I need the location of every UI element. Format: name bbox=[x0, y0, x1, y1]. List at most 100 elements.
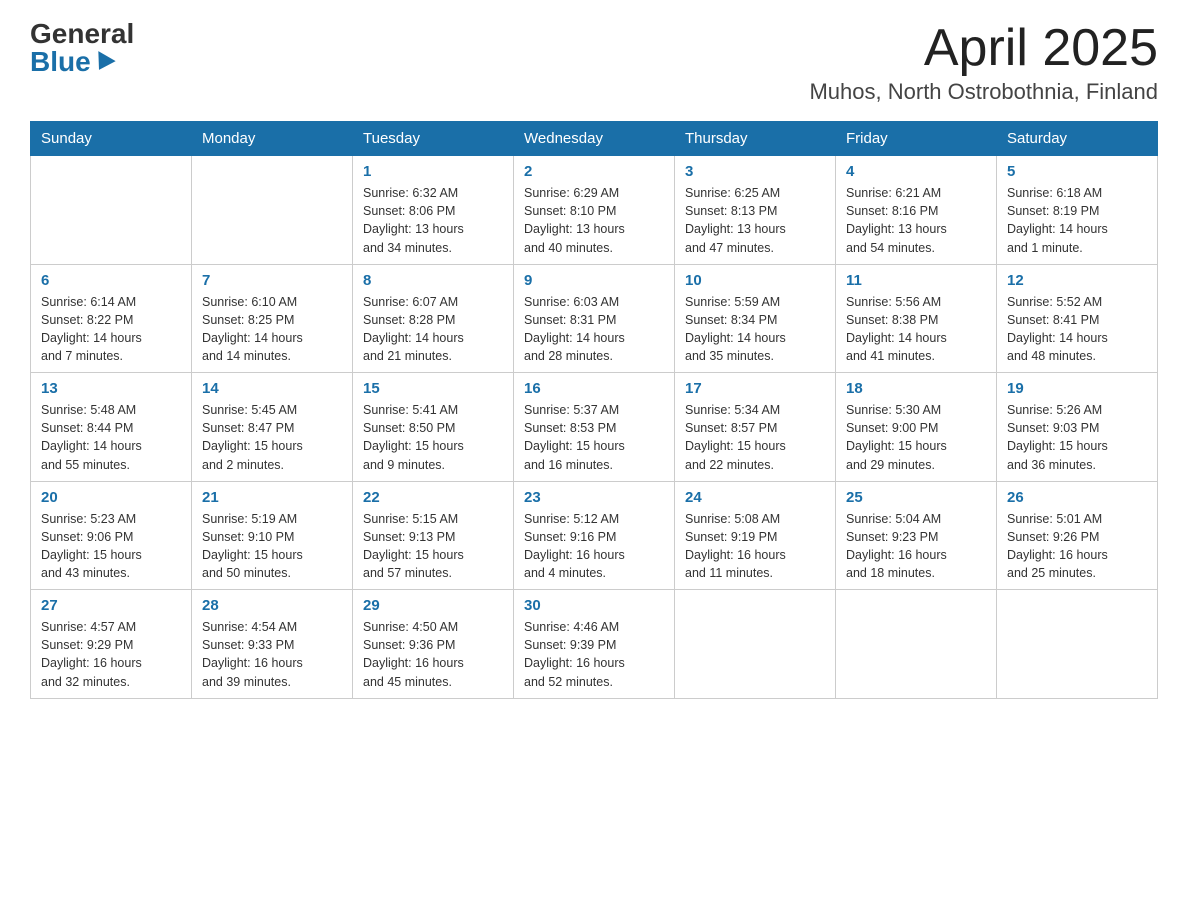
day-info: Sunrise: 6:14 AMSunset: 8:22 PMDaylight:… bbox=[41, 293, 181, 366]
calendar-week-row: 6 Sunrise: 6:14 AMSunset: 8:22 PMDaylight… bbox=[31, 264, 1158, 373]
day-number: 24 bbox=[685, 489, 825, 506]
calendar-cell bbox=[997, 590, 1158, 699]
month-title: April 2025 bbox=[809, 20, 1158, 77]
logo: General Blue bbox=[30, 20, 134, 76]
day-number: 3 bbox=[685, 163, 825, 180]
calendar-week-row: 1Sunrise: 6:32 AMSunset: 8:06 PMDaylight… bbox=[31, 156, 1158, 265]
calendar-cell: 28 Sunrise: 4:54 AMSunset: 9:33 PMDayligh… bbox=[192, 590, 353, 699]
calendar-cell: 15 Sunrise: 5:41 AMSunset: 8:50 PMDayligh… bbox=[353, 373, 514, 482]
day-number: 5 bbox=[1007, 163, 1147, 180]
day-info: Sunrise: 5:48 AMSunset: 8:44 PMDaylight:… bbox=[41, 401, 181, 474]
calendar-cell: 30 Sunrise: 4:46 AMSunset: 9:39 PMDayligh… bbox=[514, 590, 675, 699]
day-info: Sunrise: 4:50 AMSunset: 9:36 PMDaylight:… bbox=[363, 618, 503, 691]
day-number: 30 bbox=[524, 597, 664, 614]
calendar-cell: 26 Sunrise: 5:01 AMSunset: 9:26 PMDayligh… bbox=[997, 481, 1158, 590]
calendar-cell: 7 Sunrise: 6:10 AMSunset: 8:25 PMDaylight… bbox=[192, 264, 353, 373]
logo-triangle-icon bbox=[90, 51, 115, 75]
day-number: 16 bbox=[524, 380, 664, 397]
calendar-cell bbox=[192, 156, 353, 265]
weekday-header-thursday: Thursday bbox=[675, 122, 836, 156]
day-number: 6 bbox=[41, 272, 181, 289]
calendar-table: SundayMondayTuesdayWednesdayThursdayFrid… bbox=[30, 121, 1158, 699]
calendar-cell: 5 Sunrise: 6:18 AMSunset: 8:19 PMDaylight… bbox=[997, 156, 1158, 265]
day-info: Sunrise: 5:45 AMSunset: 8:47 PMDaylight:… bbox=[202, 401, 342, 474]
day-number: 14 bbox=[202, 380, 342, 397]
day-number: 28 bbox=[202, 597, 342, 614]
calendar-cell bbox=[31, 156, 192, 265]
calendar-week-row: 13 Sunrise: 5:48 AMSunset: 8:44 PMDayligh… bbox=[31, 373, 1158, 482]
day-number: 4 bbox=[846, 163, 986, 180]
calendar-cell: 16 Sunrise: 5:37 AMSunset: 8:53 PMDayligh… bbox=[514, 373, 675, 482]
calendar-cell: 20Sunrise: 5:23 AMSunset: 9:06 PMDayligh… bbox=[31, 481, 192, 590]
calendar-cell bbox=[675, 590, 836, 699]
logo-blue: Blue bbox=[30, 48, 113, 76]
calendar-cell: 21 Sunrise: 5:19 AMSunset: 9:10 PMDayligh… bbox=[192, 481, 353, 590]
weekday-header-sunday: Sunday bbox=[31, 122, 192, 156]
day-number: 25 bbox=[846, 489, 986, 506]
day-number: 21 bbox=[202, 489, 342, 506]
day-info: Sunrise: 6:25 AMSunset: 8:13 PMDaylight:… bbox=[685, 184, 825, 257]
day-info: Sunrise: 4:57 AMSunset: 9:29 PMDaylight:… bbox=[41, 618, 181, 691]
day-info: Sunrise: 6:21 AMSunset: 8:16 PMDaylight:… bbox=[846, 184, 986, 257]
calendar-cell: 18 Sunrise: 5:30 AMSunset: 9:00 PMDayligh… bbox=[836, 373, 997, 482]
day-info: Sunrise: 5:34 AMSunset: 8:57 PMDaylight:… bbox=[685, 401, 825, 474]
day-number: 13 bbox=[41, 380, 181, 397]
day-info: Sunrise: 5:52 AMSunset: 8:41 PMDaylight:… bbox=[1007, 293, 1147, 366]
day-number: 20 bbox=[41, 489, 181, 506]
calendar-cell: 4 Sunrise: 6:21 AMSunset: 8:16 PMDaylight… bbox=[836, 156, 997, 265]
calendar-cell bbox=[836, 590, 997, 699]
day-info: Sunrise: 5:41 AMSunset: 8:50 PMDaylight:… bbox=[363, 401, 503, 474]
day-info: Sunrise: 6:32 AMSunset: 8:06 PMDaylight:… bbox=[363, 184, 503, 257]
day-number: 10 bbox=[685, 272, 825, 289]
calendar-cell: 13 Sunrise: 5:48 AMSunset: 8:44 PMDayligh… bbox=[31, 373, 192, 482]
weekday-header-saturday: Saturday bbox=[997, 122, 1158, 156]
day-info: Sunrise: 5:56 AMSunset: 8:38 PMDaylight:… bbox=[846, 293, 986, 366]
calendar-cell: 29 Sunrise: 4:50 AMSunset: 9:36 PMDayligh… bbox=[353, 590, 514, 699]
day-number: 29 bbox=[363, 597, 503, 614]
calendar-cell: 24 Sunrise: 5:08 AMSunset: 9:19 PMDayligh… bbox=[675, 481, 836, 590]
day-info: Sunrise: 6:10 AMSunset: 8:25 PMDaylight:… bbox=[202, 293, 342, 366]
weekday-header-row: SundayMondayTuesdayWednesdayThursdayFrid… bbox=[31, 122, 1158, 156]
day-info: Sunrise: 5:19 AMSunset: 9:10 PMDaylight:… bbox=[202, 510, 342, 583]
day-number: 22 bbox=[363, 489, 503, 506]
day-number: 11 bbox=[846, 272, 986, 289]
day-info: Sunrise: 6:29 AMSunset: 8:10 PMDaylight:… bbox=[524, 184, 664, 257]
calendar-week-row: 27Sunrise: 4:57 AMSunset: 9:29 PMDayligh… bbox=[31, 590, 1158, 699]
day-info: Sunrise: 5:01 AMSunset: 9:26 PMDaylight:… bbox=[1007, 510, 1147, 583]
calendar-cell: 12 Sunrise: 5:52 AMSunset: 8:41 PMDayligh… bbox=[997, 264, 1158, 373]
day-number: 12 bbox=[1007, 272, 1147, 289]
day-number: 2 bbox=[524, 163, 664, 180]
day-info: Sunrise: 4:46 AMSunset: 9:39 PMDaylight:… bbox=[524, 618, 664, 691]
calendar-cell: 10 Sunrise: 5:59 AMSunset: 8:34 PMDayligh… bbox=[675, 264, 836, 373]
day-info: Sunrise: 5:12 AMSunset: 9:16 PMDaylight:… bbox=[524, 510, 664, 583]
title-section: April 2025 Muhos, North Ostrobothnia, Fi… bbox=[809, 20, 1158, 105]
day-info: Sunrise: 6:18 AMSunset: 8:19 PMDaylight:… bbox=[1007, 184, 1147, 257]
day-info: Sunrise: 5:04 AMSunset: 9:23 PMDaylight:… bbox=[846, 510, 986, 583]
day-number: 23 bbox=[524, 489, 664, 506]
day-number: 17 bbox=[685, 380, 825, 397]
calendar-cell: 6 Sunrise: 6:14 AMSunset: 8:22 PMDaylight… bbox=[31, 264, 192, 373]
location-subtitle: Muhos, North Ostrobothnia, Finland bbox=[809, 79, 1158, 105]
calendar-cell: 19Sunrise: 5:26 AMSunset: 9:03 PMDayligh… bbox=[997, 373, 1158, 482]
calendar-week-row: 20Sunrise: 5:23 AMSunset: 9:06 PMDayligh… bbox=[31, 481, 1158, 590]
day-number: 7 bbox=[202, 272, 342, 289]
calendar-cell: 25 Sunrise: 5:04 AMSunset: 9:23 PMDayligh… bbox=[836, 481, 997, 590]
day-number: 26 bbox=[1007, 489, 1147, 506]
day-info: Sunrise: 5:59 AMSunset: 8:34 PMDaylight:… bbox=[685, 293, 825, 366]
day-number: 15 bbox=[363, 380, 503, 397]
day-number: 18 bbox=[846, 380, 986, 397]
calendar-cell: 2 Sunrise: 6:29 AMSunset: 8:10 PMDaylight… bbox=[514, 156, 675, 265]
day-number: 19 bbox=[1007, 380, 1147, 397]
calendar-cell: 11 Sunrise: 5:56 AMSunset: 8:38 PMDayligh… bbox=[836, 264, 997, 373]
day-info: Sunrise: 5:37 AMSunset: 8:53 PMDaylight:… bbox=[524, 401, 664, 474]
day-info: Sunrise: 5:08 AMSunset: 9:19 PMDaylight:… bbox=[685, 510, 825, 583]
logo-general: General bbox=[30, 20, 134, 48]
day-info: Sunrise: 4:54 AMSunset: 9:33 PMDaylight:… bbox=[202, 618, 342, 691]
day-info: Sunrise: 5:15 AMSunset: 9:13 PMDaylight:… bbox=[363, 510, 503, 583]
calendar-cell: 14 Sunrise: 5:45 AMSunset: 8:47 PMDayligh… bbox=[192, 373, 353, 482]
weekday-header-friday: Friday bbox=[836, 122, 997, 156]
calendar-cell: 23 Sunrise: 5:12 AMSunset: 9:16 PMDayligh… bbox=[514, 481, 675, 590]
day-number: 9 bbox=[524, 272, 664, 289]
calendar-cell: 1Sunrise: 6:32 AMSunset: 8:06 PMDaylight… bbox=[353, 156, 514, 265]
day-info: Sunrise: 5:30 AMSunset: 9:00 PMDaylight:… bbox=[846, 401, 986, 474]
